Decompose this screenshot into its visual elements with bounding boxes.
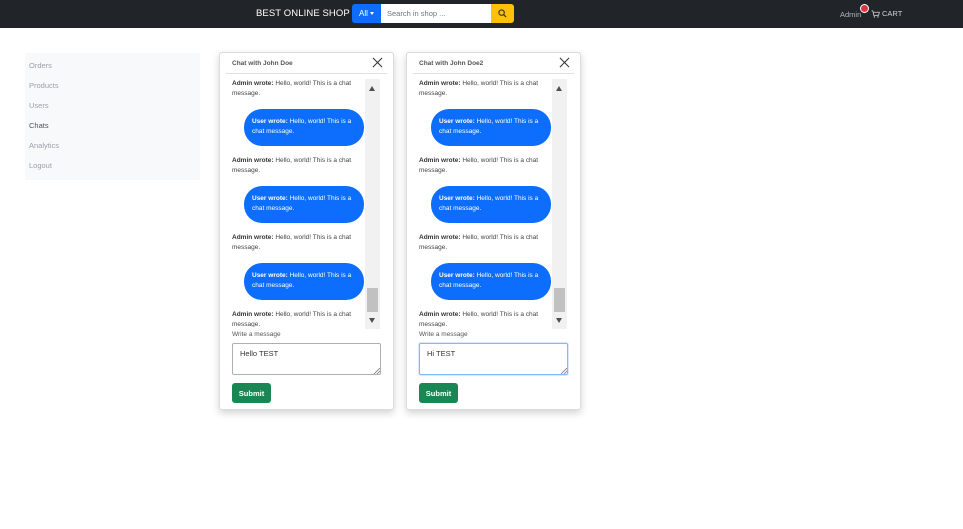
admin-message: Admin wrote: Hello, world! This is a cha…: [419, 234, 539, 251]
admin-message: Admin wrote: Hello, world! This is a cha…: [419, 311, 539, 327]
chat-window: Chat with John Doe Admin wrote: Hello, w…: [219, 52, 394, 410]
close-icon[interactable]: [372, 57, 383, 68]
scroll-thumb[interactable]: [554, 288, 565, 312]
search-icon: [498, 9, 507, 18]
message-input-label: Write a message: [419, 331, 468, 338]
cart-link[interactable]: CART: [871, 9, 902, 18]
cart-label: CART: [882, 9, 903, 18]
sidebar-item-chats[interactable]: Chats: [25, 120, 200, 140]
admin-message: Admin wrote: Hello, world! This is a cha…: [232, 80, 352, 97]
message-textarea[interactable]: Hello TEST: [232, 343, 381, 375]
chat-title: Chat with John Doe2: [419, 60, 484, 67]
admin-message: Admin wrote: Hello, world! This is a cha…: [419, 157, 539, 174]
message-input-label: Write a message: [232, 331, 281, 338]
scroll-up-arrow[interactable]: [556, 86, 562, 91]
admin-message: Admin wrote: Hello, world! This is a cha…: [232, 311, 352, 327]
category-dropdown-label: All: [359, 9, 368, 18]
admin-message: Admin wrote: Hello, world! This is a cha…: [232, 234, 352, 251]
chevron-down-icon: [369, 12, 374, 15]
scroll-down-arrow[interactable]: [556, 318, 562, 323]
submit-button[interactable]: Submit: [419, 383, 458, 403]
notification-badge: [860, 4, 869, 13]
admin-message: Admin wrote: Hello, world! This is a cha…: [232, 157, 352, 174]
category-dropdown-button[interactable]: All: [352, 4, 381, 23]
user-message: User wrote: Hello, world! This is a chat…: [244, 263, 364, 300]
message-list[interactable]: Admin wrote: Hello, world! This is a cha…: [419, 79, 551, 327]
admin-sidebar: Orders Products Users Chats Analytics Lo…: [25, 53, 200, 180]
chat-header: Chat with John Doe: [226, 53, 387, 74]
chat-header: Chat with John Doe2: [413, 53, 574, 74]
sidebar-item-orders[interactable]: Orders: [25, 60, 200, 80]
user-message: User wrote: Hello, world! This is a chat…: [244, 109, 364, 146]
top-navbar: BEST ONLINE SHOP All Admin CART: [0, 0, 963, 28]
message-list[interactable]: Admin wrote: Hello, world! This is a cha…: [232, 79, 364, 327]
submit-button[interactable]: Submit: [232, 383, 271, 403]
close-icon[interactable]: [559, 57, 570, 68]
sidebar-item-products[interactable]: Products: [25, 80, 200, 100]
message-scrollbar[interactable]: [365, 79, 380, 329]
sidebar-item-users[interactable]: Users: [25, 100, 200, 120]
admin-message: Admin wrote: Hello, world! This is a cha…: [419, 80, 539, 97]
chat-title: Chat with John Doe: [232, 60, 293, 67]
sidebar-item-logout[interactable]: Logout: [25, 160, 200, 180]
search-button[interactable]: [491, 4, 514, 23]
chat-window: Chat with John Doe2 Admin wrote: Hello, …: [406, 52, 581, 410]
user-message: User wrote: Hello, world! This is a chat…: [244, 186, 364, 223]
user-message: User wrote: Hello, world! This is a chat…: [431, 186, 551, 223]
scroll-down-arrow[interactable]: [369, 318, 375, 323]
resize-grip-icon[interactable]: [373, 367, 380, 374]
admin-link[interactable]: Admin: [840, 10, 861, 19]
scroll-up-arrow[interactable]: [369, 86, 375, 91]
user-message: User wrote: Hello, world! This is a chat…: [431, 263, 551, 300]
cart-icon: [871, 9, 880, 18]
user-message: User wrote: Hello, world! This is a chat…: [431, 109, 551, 146]
resize-grip-icon[interactable]: [560, 367, 567, 374]
message-textarea[interactable]: Hi TEST: [419, 343, 568, 375]
scroll-thumb[interactable]: [367, 288, 378, 312]
brand-logo[interactable]: BEST ONLINE SHOP: [256, 8, 350, 19]
message-scrollbar[interactable]: [552, 79, 567, 329]
search-input[interactable]: [381, 4, 491, 23]
sidebar-item-analytics[interactable]: Analytics: [25, 140, 200, 160]
